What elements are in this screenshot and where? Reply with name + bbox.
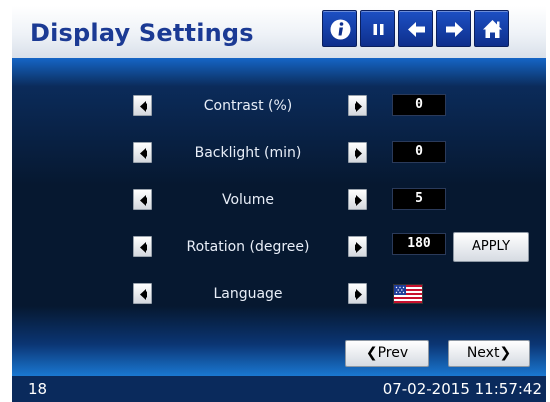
chevron-left-icon <box>140 195 147 206</box>
setting-row-volume: Volume 5 <box>12 186 546 216</box>
contrast-decrease-button[interactable] <box>133 95 152 116</box>
prev-label: Prev <box>377 345 409 361</box>
backlight-increase-button[interactable] <box>348 142 367 163</box>
chevron-left-icon <box>140 148 147 159</box>
info-icon <box>330 19 351 40</box>
rotation-increase-button[interactable] <box>348 236 367 257</box>
prev-button[interactable]: ❮Prev <box>345 340 429 367</box>
chevron-left-icon <box>140 289 147 300</box>
chevron-right-icon <box>355 195 362 206</box>
forward-button[interactable] <box>436 10 471 47</box>
header-bar: Display Settings <box>12 6 546 58</box>
datetime-display: 07-02-2015 11:57:42 <box>382 380 542 398</box>
volume-label: Volume <box>221 192 275 208</box>
volume-decrease-button[interactable] <box>133 189 152 210</box>
contrast-increase-button[interactable] <box>348 95 367 116</box>
volume-value: 5 <box>392 188 446 210</box>
hmi-screen: Display Settings Contrast (%) 0 Backligh… <box>0 0 550 402</box>
setting-row-language: Language <box>12 280 546 310</box>
language-decrease-button[interactable] <box>133 283 152 304</box>
language-label: Language <box>213 286 283 302</box>
backlight-decrease-button[interactable] <box>133 142 152 163</box>
volume-increase-button[interactable] <box>348 189 367 210</box>
screen-number: 18 <box>28 380 48 398</box>
contrast-value: 0 <box>392 94 446 116</box>
chevron-left-icon <box>140 242 147 253</box>
language-increase-button[interactable] <box>348 283 367 304</box>
pause-button[interactable] <box>360 10 395 47</box>
arrow-left-icon <box>408 22 425 37</box>
rotation-label: Rotation (degree) <box>186 239 310 255</box>
us-flag-icon <box>393 284 423 304</box>
next-button[interactable]: Next❯ <box>448 340 530 367</box>
rotation-decrease-button[interactable] <box>133 236 152 257</box>
home-icon <box>483 20 502 38</box>
pause-icon <box>373 24 384 35</box>
home-button[interactable] <box>474 10 509 47</box>
rotation-value: 180 <box>392 233 446 255</box>
info-button[interactable] <box>322 10 357 47</box>
contrast-label: Contrast (%) <box>203 98 293 114</box>
chevron-right-icon <box>355 289 362 300</box>
next-label: Next <box>466 345 500 361</box>
page-title: Display Settings <box>30 19 254 47</box>
setting-row-backlight: Backlight (min) 0 <box>12 139 546 169</box>
chevron-right-icon <box>355 148 362 159</box>
arrow-right-icon <box>446 22 463 37</box>
setting-row-contrast: Contrast (%) 0 <box>12 92 546 122</box>
back-button[interactable] <box>398 10 433 47</box>
status-bar: 18 07-02-2015 11:57:42 <box>12 376 546 402</box>
backlight-label: Backlight (min) <box>194 145 302 161</box>
setting-row-rotation: Rotation (degree) 180 APPLY <box>12 232 546 263</box>
apply-button[interactable]: APPLY <box>453 232 529 262</box>
chevron-right-icon <box>355 242 362 253</box>
backlight-value: 0 <box>392 141 446 163</box>
chevron-left-icon: ❮ <box>365 345 378 361</box>
chevron-left-icon <box>140 101 147 112</box>
chevron-right-icon: ❯ <box>499 345 512 361</box>
settings-panel: Contrast (%) 0 Backlight (min) 0 Volume <box>12 58 546 376</box>
chevron-right-icon <box>355 101 362 112</box>
